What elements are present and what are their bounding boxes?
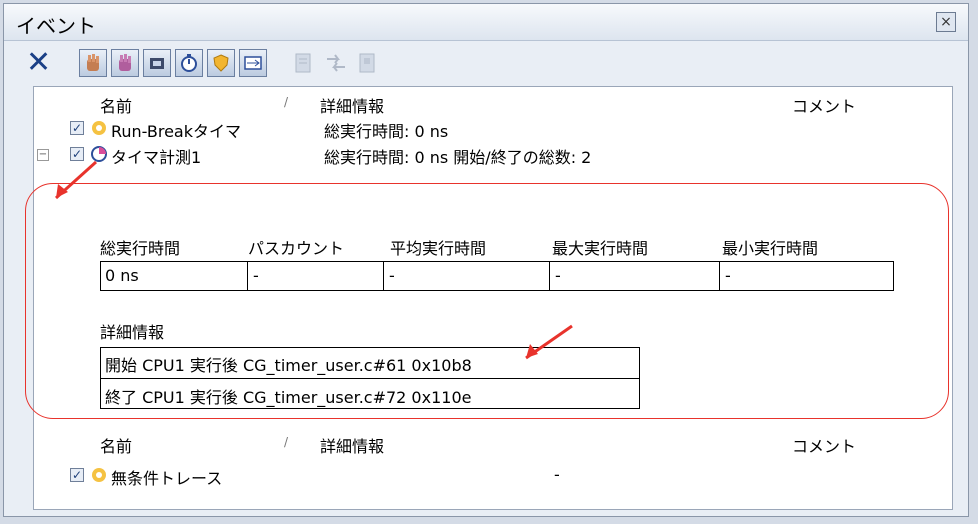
annotation-arrows — [54, 160, 573, 360]
arrow-icon — [56, 184, 68, 198]
